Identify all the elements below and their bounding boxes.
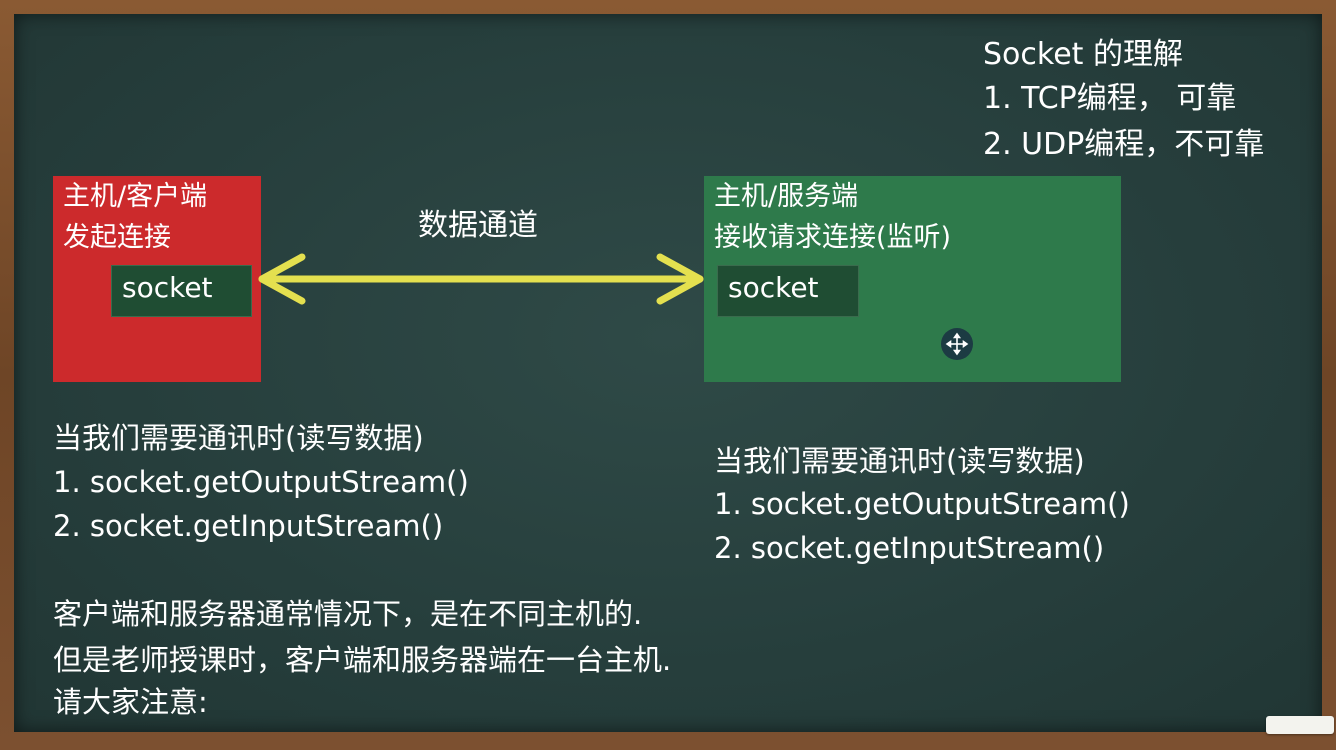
footer-line1: 客户端和服务器通常情况下，是在不同主机的. (53, 597, 643, 631)
footer-line2: 但是老师授课时，客户端和服务器端在一台主机. (53, 643, 672, 677)
left-notes-line2: 2. socket.getInputStream() (53, 509, 444, 543)
chalk-piece (1266, 716, 1334, 734)
left-notes-heading: 当我们需要通讯时(读写数据) (53, 421, 424, 455)
left-notes-line1: 1. socket.getOutputStream() (53, 465, 469, 499)
footer-line3: 请大家注意: (53, 685, 208, 719)
double-headed-arrow-icon (258, 253, 704, 305)
move-cursor-icon (941, 328, 973, 360)
right-notes-line1: 1. socket.getOutputStream() (714, 487, 1130, 521)
right-notes-line2: 2. socket.getInputStream() (714, 531, 1105, 565)
right-notes-heading: 当我们需要通讯时(读写数据) (714, 444, 1085, 478)
